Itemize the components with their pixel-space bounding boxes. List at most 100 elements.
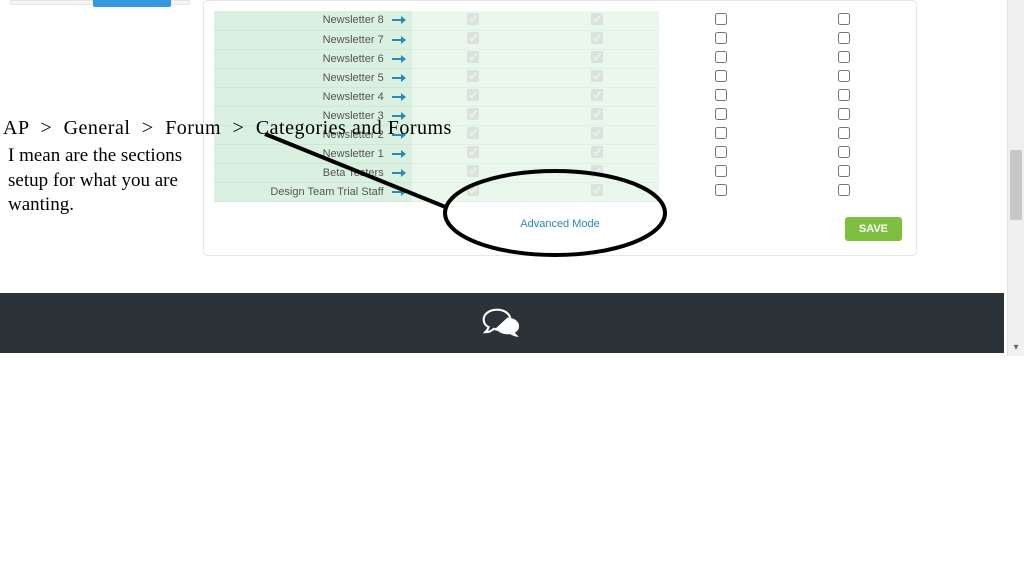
row-label: Beta Testers [323, 167, 384, 179]
sidebar-button[interactable] [93, 0, 171, 7]
row-label-cell[interactable]: Newsletter 4 [214, 87, 412, 106]
row-label-cell[interactable]: Newsletter 1 [214, 144, 412, 163]
perm-cell [412, 30, 536, 49]
perm-checkbox[interactable] [715, 108, 727, 120]
perm-checkbox [467, 13, 479, 25]
perm-checkbox[interactable] [715, 184, 727, 196]
vertical-scrollbar[interactable]: ▾ [1007, 0, 1024, 356]
perm-checkbox [591, 108, 603, 120]
breadcrumb-item: Forum [165, 117, 221, 139]
perm-cell [535, 106, 659, 125]
breadcrumb-item: Categories and Forums [256, 117, 452, 139]
perm-checkbox [467, 51, 479, 63]
table-row: Newsletter 7 [214, 30, 906, 49]
perm-checkbox[interactable] [838, 51, 850, 63]
row-label-cell[interactable]: Beta Testers [214, 163, 412, 182]
row-label-cell[interactable]: Newsletter 5 [214, 68, 412, 87]
table-row: Newsletter 1 [214, 144, 906, 163]
perm-cell [535, 30, 659, 49]
arrow-right-icon [392, 92, 406, 102]
table-row: Design Team Trial Staff [214, 182, 906, 201]
perm-checkbox[interactable] [838, 146, 850, 158]
perm-cell [782, 106, 906, 125]
table-row: Newsletter 8 [214, 11, 906, 30]
perm-cell [782, 87, 906, 106]
perm-cell [659, 125, 783, 144]
advanced-mode-link[interactable]: Advanced Mode [214, 218, 906, 230]
breadcrumb-item: AP [3, 117, 29, 139]
perm-cell [412, 68, 536, 87]
annotation-note: I mean are the sections setup for what y… [8, 144, 218, 218]
perm-checkbox[interactable] [715, 89, 727, 101]
perm-cell [535, 182, 659, 201]
perm-cell [659, 182, 783, 201]
perm-checkbox [467, 32, 479, 44]
scrollbar-thumb[interactable] [1010, 150, 1022, 220]
perm-checkbox[interactable] [715, 32, 727, 44]
perm-cell [659, 49, 783, 68]
row-label-cell[interactable]: Newsletter 7 [214, 30, 412, 49]
perm-checkbox[interactable] [715, 70, 727, 82]
arrow-right-icon [392, 15, 406, 25]
perm-cell [659, 68, 783, 87]
row-label: Newsletter 4 [323, 91, 384, 103]
row-label: Newsletter 1 [323, 148, 384, 160]
row-label: Newsletter 5 [323, 72, 384, 84]
table-row: Beta Testers [214, 163, 906, 182]
table-row: Newsletter 4 [214, 87, 906, 106]
perm-checkbox [467, 146, 479, 158]
perm-checkbox[interactable] [838, 127, 850, 139]
perm-cell [782, 144, 906, 163]
perm-cell [535, 68, 659, 87]
perm-checkbox[interactable] [838, 108, 850, 120]
perm-cell [782, 182, 906, 201]
perm-cell [659, 30, 783, 49]
breadcrumb-sep: > [233, 117, 245, 139]
perm-checkbox[interactable] [838, 165, 850, 177]
perm-cell [659, 163, 783, 182]
perm-cell [535, 144, 659, 163]
row-label-cell[interactable]: Newsletter 8 [214, 11, 412, 30]
perm-cell [659, 106, 783, 125]
perm-cell [782, 163, 906, 182]
perm-checkbox [591, 51, 603, 63]
row-label: Newsletter 8 [323, 14, 384, 26]
permissions-table: Newsletter 8 Newsletter 7 Newsletter 6 News… [214, 11, 906, 202]
perm-checkbox [591, 89, 603, 101]
perm-checkbox[interactable] [715, 13, 727, 25]
row-label-cell[interactable]: Newsletter 6 [214, 49, 412, 68]
perm-checkbox[interactable] [715, 127, 727, 139]
perm-cell [535, 11, 659, 30]
perm-checkbox[interactable] [838, 32, 850, 44]
perm-cell [412, 11, 536, 30]
perm-checkbox[interactable] [838, 70, 850, 82]
scrollbar-down-icon[interactable]: ▾ [1008, 339, 1024, 356]
perm-cell [412, 163, 536, 182]
perm-checkbox[interactable] [838, 13, 850, 25]
footer-bar [0, 293, 1004, 353]
perm-checkbox [467, 184, 479, 196]
perm-cell [659, 87, 783, 106]
save-button[interactable]: SAVE [845, 217, 902, 241]
perm-checkbox[interactable] [715, 146, 727, 158]
perm-checkbox[interactable] [715, 51, 727, 63]
arrow-right-icon [392, 73, 406, 83]
row-label-cell[interactable]: Design Team Trial Staff [214, 182, 412, 201]
arrow-right-icon [392, 168, 406, 178]
perm-cell [412, 182, 536, 201]
table-row: Newsletter 5 [214, 68, 906, 87]
perm-checkbox [467, 127, 479, 139]
perm-checkbox[interactable] [838, 184, 850, 196]
perm-cell [659, 11, 783, 30]
row-label: Newsletter 7 [323, 34, 384, 46]
perm-checkbox[interactable] [715, 165, 727, 177]
perm-checkbox [591, 127, 603, 139]
perm-checkbox[interactable] [838, 89, 850, 101]
perm-cell [535, 125, 659, 144]
perm-checkbox [591, 13, 603, 25]
chat-icon [482, 305, 522, 341]
breadcrumb: AP > General > Forum > Categories and Fo… [3, 117, 452, 140]
breadcrumb-sep: > [40, 117, 52, 139]
perm-cell [782, 68, 906, 87]
perm-cell [659, 144, 783, 163]
